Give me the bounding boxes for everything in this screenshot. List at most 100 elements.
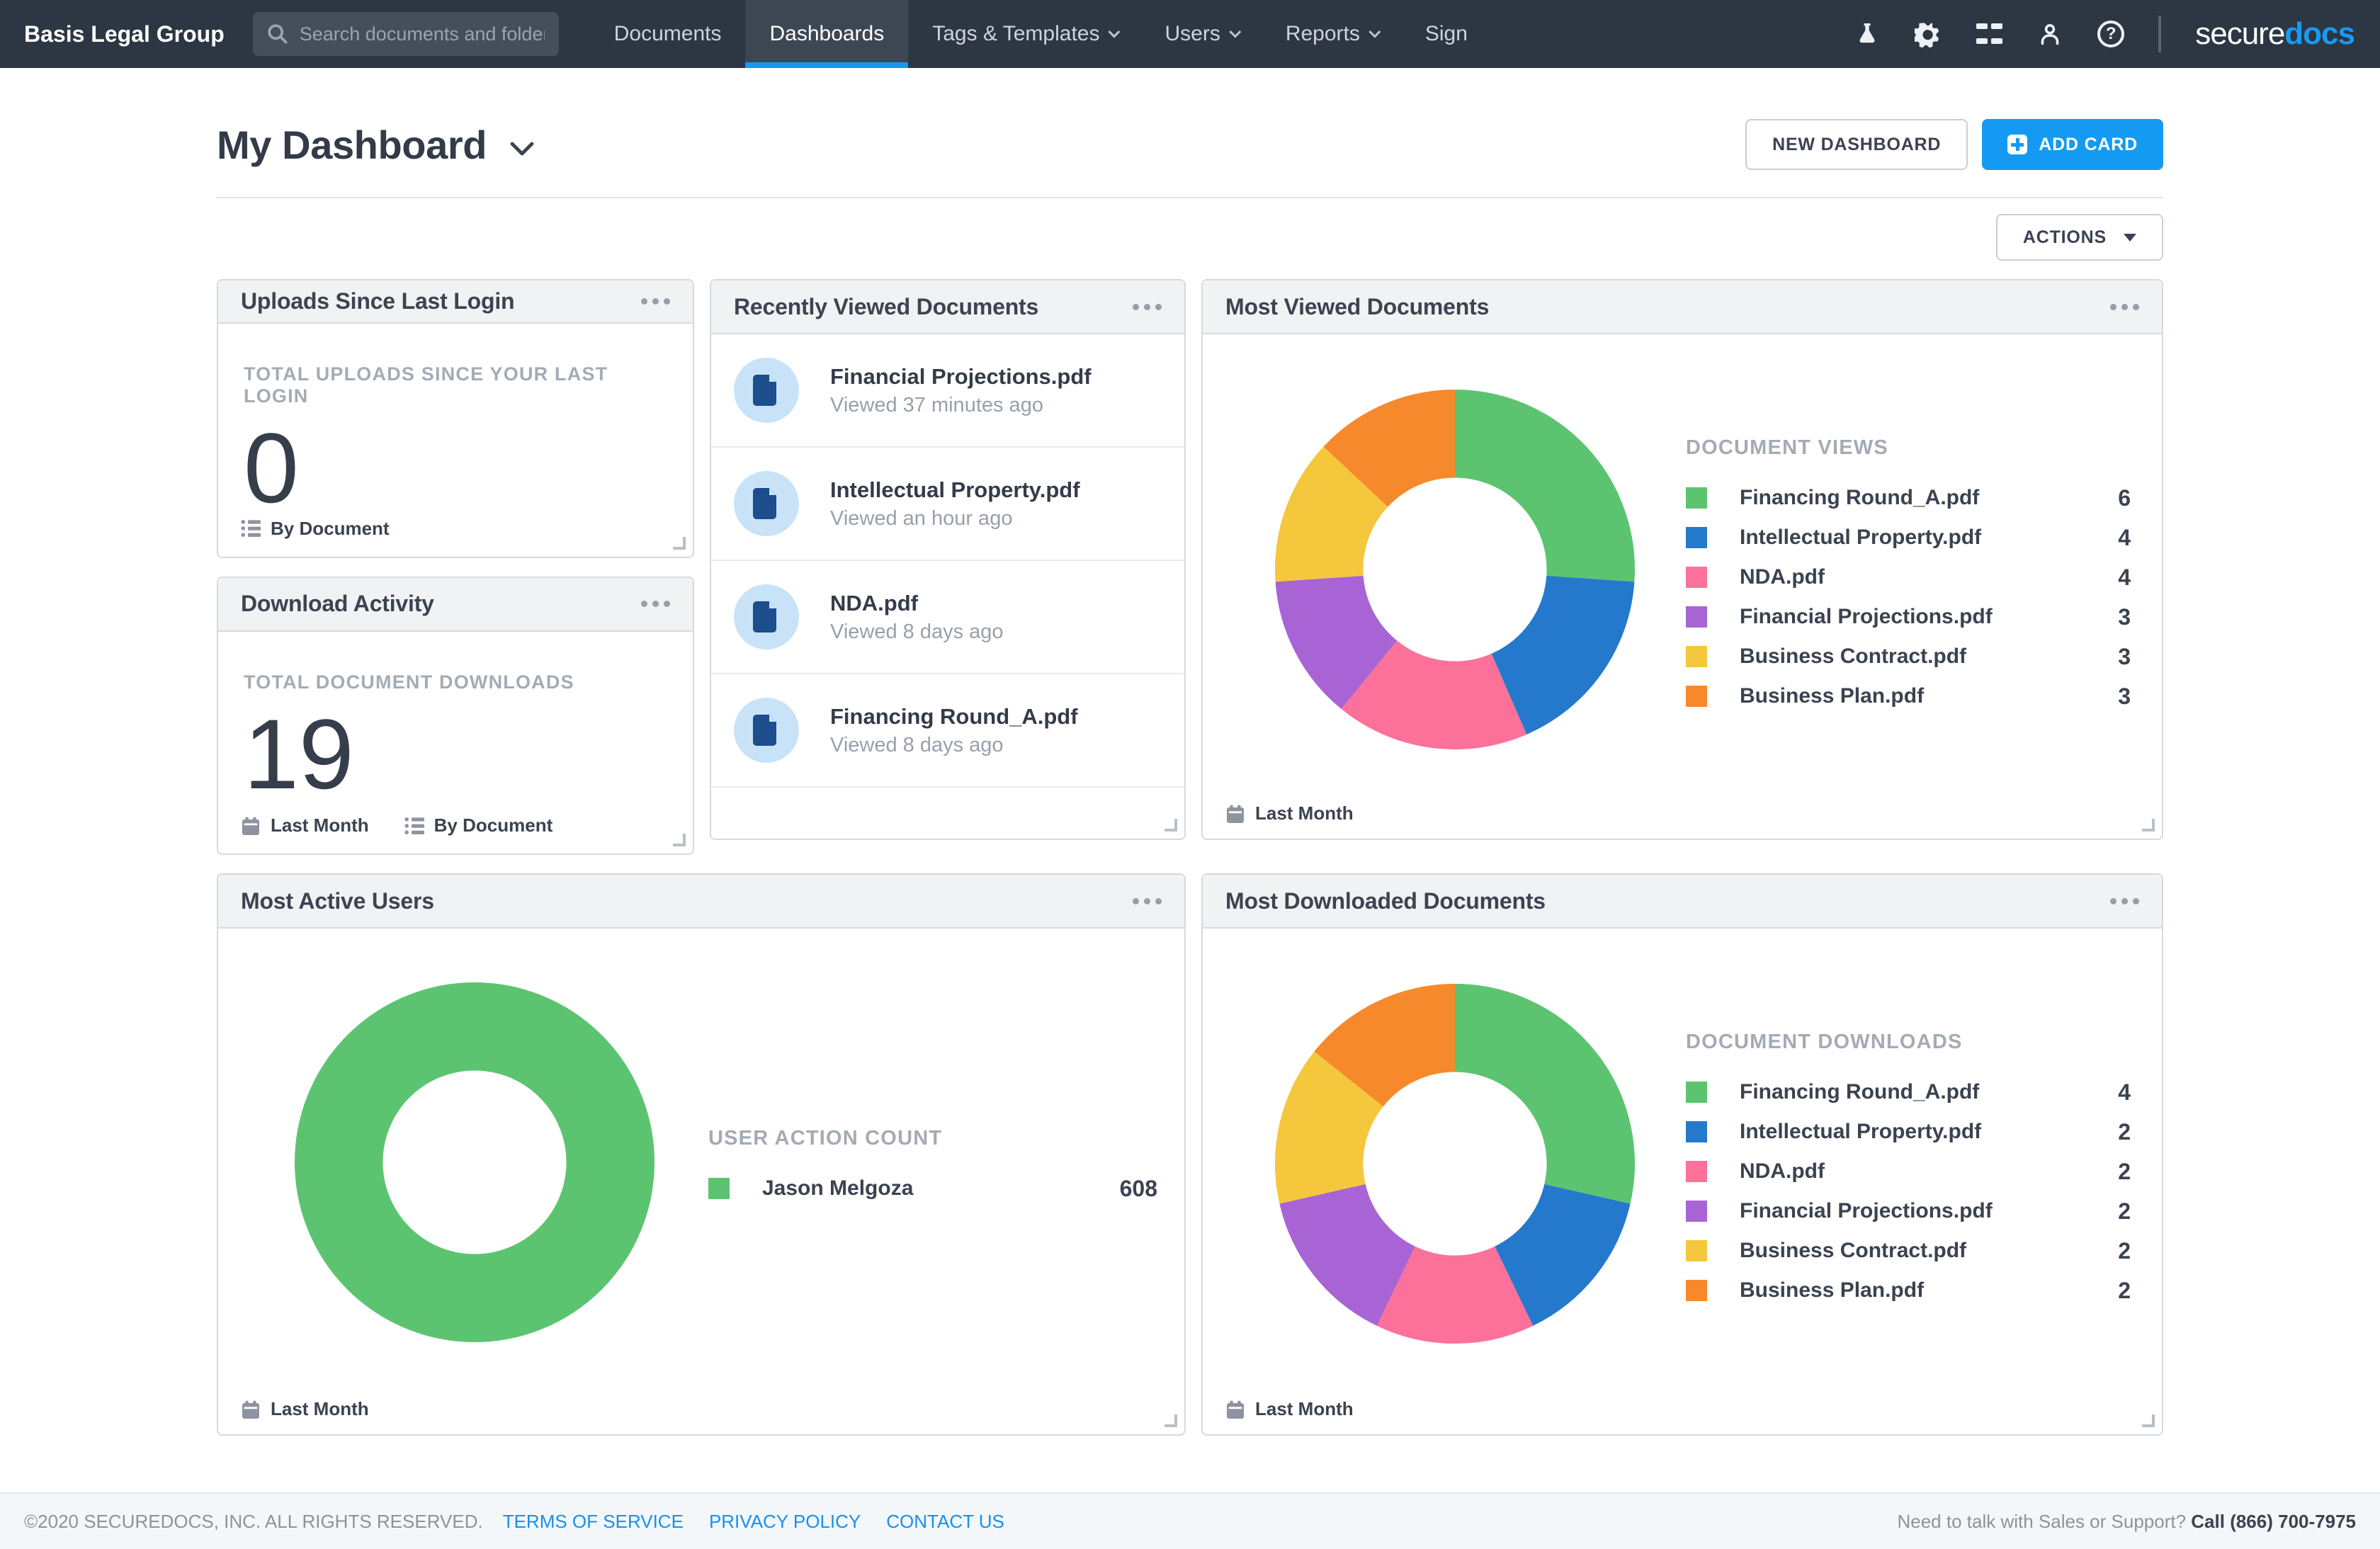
primary-nav: Documents Dashboards Tags & Templates Us… bbox=[590, 0, 1492, 68]
card-recently-viewed-documents: Recently Viewed Documents Financial Proj… bbox=[710, 279, 1186, 840]
navbar-utilities: securedocs bbox=[1854, 0, 2380, 68]
nav-item-reports[interactable]: Reports bbox=[1262, 0, 1401, 68]
user-icon[interactable] bbox=[2036, 21, 2063, 47]
card-menu-icon[interactable] bbox=[641, 293, 670, 310]
metric-label: TOTAL UPLOADS SINCE YOUR LAST LOGIN bbox=[244, 363, 667, 407]
document-icon bbox=[734, 471, 799, 536]
card-uploads-since-last-login: Uploads Since Last Login TOTAL UPLOADS S… bbox=[217, 279, 694, 558]
page-title: My Dashboard bbox=[217, 122, 487, 168]
chevron-down-icon bbox=[1109, 26, 1121, 38]
navbar-divider bbox=[2158, 16, 2161, 52]
legend-swatch bbox=[1686, 1082, 1707, 1103]
legend-swatch bbox=[1686, 487, 1707, 509]
nav-item-tags-templates[interactable]: Tags & Templates bbox=[908, 0, 1140, 68]
add-card-button[interactable]: ADD CARD bbox=[1982, 119, 2163, 170]
card-title: Uploads Since Last Login bbox=[241, 288, 514, 314]
resize-handle[interactable] bbox=[673, 834, 686, 846]
resize-handle[interactable] bbox=[673, 537, 686, 550]
header-divider bbox=[217, 197, 2163, 198]
actions-button[interactable]: ACTIONS bbox=[1996, 214, 2163, 261]
help-icon[interactable] bbox=[2097, 21, 2124, 47]
legend-swatch bbox=[1686, 527, 1707, 548]
calendar-icon bbox=[1225, 1400, 1245, 1419]
card-title: Download Activity bbox=[241, 591, 434, 617]
cards-grid: Uploads Since Last Login TOTAL UPLOADS S… bbox=[217, 279, 2163, 1436]
flask-icon[interactable] bbox=[1854, 21, 1881, 47]
plus-square-icon bbox=[2007, 135, 2027, 154]
nav-item-documents[interactable]: Documents bbox=[590, 0, 746, 68]
nav-item-sign[interactable]: Sign bbox=[1401, 0, 1492, 68]
calendar-icon bbox=[241, 816, 261, 836]
footer-last-month: Last Month bbox=[1255, 802, 1354, 824]
card-menu-icon[interactable] bbox=[1133, 892, 1162, 910]
gear-icon[interactable] bbox=[1915, 21, 1942, 47]
search-box[interactable] bbox=[253, 12, 559, 56]
card-download-activity: Download Activity TOTAL DOCUMENT DOWNLOA… bbox=[217, 577, 694, 856]
legend-swatch bbox=[1686, 567, 1707, 588]
resize-handle[interactable] bbox=[2142, 1414, 2155, 1427]
account-name: Basis Legal Group bbox=[0, 0, 253, 68]
card-most-active-users: Most Active Users USER ACTION COUNT Jaso… bbox=[217, 873, 1186, 1436]
nav-item-users[interactable]: Users bbox=[1140, 0, 1261, 68]
card-title: Most Active Users bbox=[241, 888, 434, 914]
document-icon bbox=[734, 698, 799, 763]
card-menu-icon[interactable] bbox=[2110, 298, 2139, 316]
card-title: Most Viewed Documents bbox=[1225, 294, 1489, 320]
metric-value: 19 bbox=[244, 705, 667, 804]
card-menu-icon[interactable] bbox=[1133, 298, 1162, 316]
caret-down-icon bbox=[2124, 234, 2136, 242]
support-phone: Call (866) 700-7975 bbox=[2191, 1511, 2356, 1532]
legend-swatch bbox=[1686, 606, 1707, 628]
list-item[interactable]: Financial Projections.pdfViewed 37 minut… bbox=[711, 334, 1184, 448]
privacy-policy-link[interactable]: PRIVACY POLICY bbox=[709, 1511, 861, 1533]
list-item[interactable]: Financing Round_A.pdfViewed 8 days ago bbox=[711, 674, 1184, 788]
list-item[interactable]: NDA.pdfViewed 8 days ago bbox=[711, 561, 1184, 674]
footer-last-month: Last Month bbox=[1255, 1398, 1354, 1420]
calendar-icon bbox=[241, 1400, 261, 1419]
card-menu-icon[interactable] bbox=[641, 595, 670, 613]
card-title: Most Downloaded Documents bbox=[1225, 888, 1546, 914]
copyright-text: ©2020 SECUREDOCS, INC. ALL RIGHTS RESERV… bbox=[24, 1511, 483, 1533]
resize-handle[interactable] bbox=[1164, 1414, 1177, 1427]
card-menu-icon[interactable] bbox=[2110, 892, 2139, 910]
chevron-down-icon bbox=[1229, 26, 1241, 38]
chart-legend: DOCUMENT DOWNLOADS Financing Round_A.pdf… bbox=[1686, 1031, 2131, 1310]
legend-swatch bbox=[1686, 1201, 1707, 1222]
chart-legend: USER ACTION COUNT Jason Melgoza608 bbox=[708, 1127, 1157, 1208]
card-title: Recently Viewed Documents bbox=[734, 294, 1038, 320]
legend-swatch bbox=[708, 1178, 730, 1199]
metric-value: 0 bbox=[244, 419, 667, 518]
search-icon bbox=[267, 23, 288, 45]
chart-legend: DOCUMENT VIEWS Financing Round_A.pdf6 In… bbox=[1686, 436, 2131, 716]
new-dashboard-button[interactable]: NEW DASHBOARD bbox=[1745, 119, 1968, 170]
page-footer: ©2020 SECUREDOCS, INC. ALL RIGHTS RESERV… bbox=[0, 1492, 2380, 1549]
dashboard-switcher-chevron-icon[interactable] bbox=[509, 140, 535, 157]
legend-swatch bbox=[1686, 1240, 1707, 1261]
support-text: Need to talk with Sales or Support? Call… bbox=[1897, 1511, 2356, 1533]
metric-label: TOTAL DOCUMENT DOWNLOADS bbox=[244, 671, 667, 693]
terms-of-service-link[interactable]: TERMS OF SERVICE bbox=[503, 1511, 684, 1533]
resize-handle[interactable] bbox=[1164, 819, 1177, 832]
card-most-downloaded-documents: Most Downloaded Documents DOCUMENT DOWNL… bbox=[1201, 873, 2163, 1436]
document-icon bbox=[734, 358, 799, 423]
list-icon bbox=[241, 518, 261, 538]
document-downloads-donut-chart bbox=[1275, 984, 1635, 1344]
card-most-viewed-documents: Most Viewed Documents DOCUMENT VIEWS Fin… bbox=[1201, 279, 2163, 840]
footer-last-month: Last Month bbox=[271, 815, 369, 836]
dashboard-main: My Dashboard NEW DASHBOARD ADD CARD ACTI… bbox=[217, 68, 2163, 1436]
resize-handle[interactable] bbox=[2142, 819, 2155, 832]
list-item[interactable]: Intellectual Property.pdfViewed an hour … bbox=[711, 448, 1184, 561]
search-input[interactable] bbox=[300, 23, 545, 45]
legend-swatch bbox=[1686, 646, 1707, 667]
apps-grid-icon[interactable] bbox=[1976, 21, 2002, 47]
legend-swatch bbox=[1686, 686, 1707, 707]
securedocs-logo: securedocs bbox=[2195, 16, 2354, 52]
footer-last-month: Last Month bbox=[271, 1398, 369, 1420]
user-action-count-donut-chart bbox=[295, 982, 654, 1342]
top-navbar: Basis Legal Group Documents Dashboards T… bbox=[0, 0, 2380, 68]
legend-swatch bbox=[1686, 1161, 1707, 1182]
document-views-donut-chart bbox=[1275, 390, 1635, 749]
nav-item-dashboards[interactable]: Dashboards bbox=[745, 0, 908, 68]
calendar-icon bbox=[1225, 804, 1245, 824]
contact-us-link[interactable]: CONTACT US bbox=[886, 1511, 1004, 1533]
